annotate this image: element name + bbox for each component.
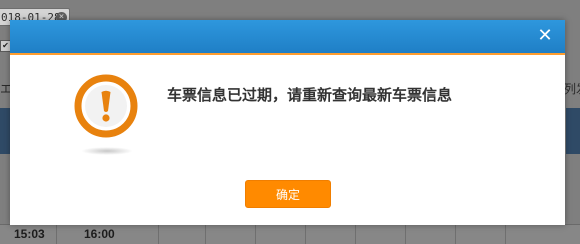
- background-header-strip-right: [566, 108, 580, 154]
- expired-ticket-dialog: ✕ 车票信息已过期，请重新查询最新车票信息 确定: [10, 20, 565, 225]
- table-cell-divider: [505, 225, 506, 244]
- close-icon[interactable]: ✕: [535, 26, 555, 46]
- departure-time: 15:03: [14, 227, 45, 241]
- dialog-header: ✕: [10, 20, 565, 55]
- arrival-time: 16:00: [84, 227, 115, 241]
- table-cell-divider: [255, 225, 256, 244]
- table-cell-divider: [205, 225, 206, 244]
- dialog-message: 车票信息已过期，请重新查询最新车票信息: [167, 86, 453, 104]
- warning-exclamation-icon: [73, 73, 139, 155]
- table-cell-divider: [355, 225, 356, 244]
- background-left-edge-text: エ: [0, 82, 13, 96]
- background-right-edge-text: 列发: [564, 82, 580, 96]
- table-cell-divider: [158, 225, 159, 244]
- icon-shadow: [81, 147, 133, 155]
- table-cell-divider: [455, 225, 456, 244]
- confirm-button[interactable]: 确定: [245, 180, 331, 208]
- background-header-strip-left: [0, 108, 10, 154]
- table-cell-divider: [56, 225, 57, 244]
- table-cell-divider: [305, 225, 306, 244]
- background-table-row: 15:03 16:00: [0, 224, 580, 244]
- table-cell-divider: [405, 225, 406, 244]
